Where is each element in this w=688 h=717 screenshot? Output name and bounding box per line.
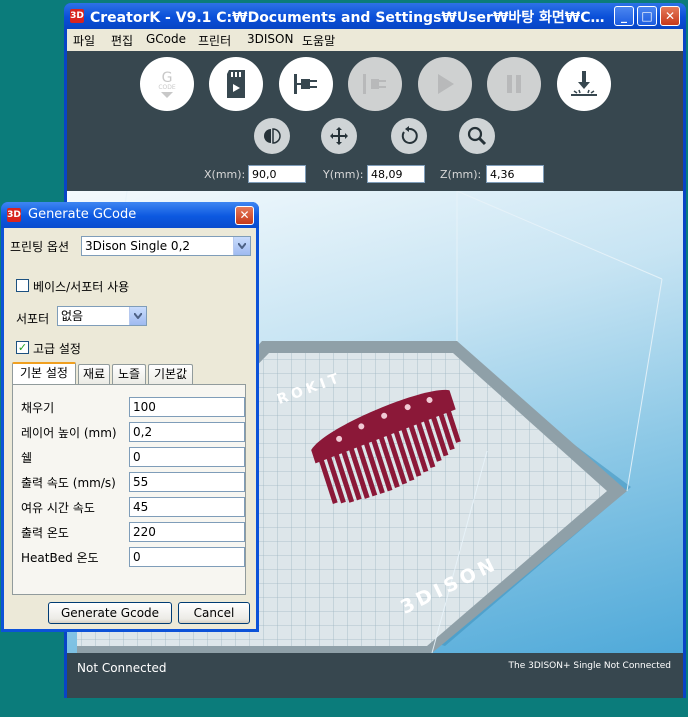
menu-printer[interactable]: 프린터 <box>198 32 231 49</box>
sd-card-icon <box>227 70 245 98</box>
disconnect-button[interactable] <box>348 57 402 111</box>
field-label: 출력 온도 <box>21 526 69 540</box>
field-label: 출력 속도 (mm/s) <box>21 476 116 490</box>
menu-edit[interactable]: 편집 <box>111 32 133 49</box>
move-button[interactable] <box>321 118 357 154</box>
mirror-button[interactable] <box>254 118 290 154</box>
print-speed-input[interactable]: 55 <box>129 472 245 492</box>
generate-gcode-button[interactable]: Generate Gcode <box>48 602 172 624</box>
tab-defaults[interactable]: 기본값 <box>148 364 193 384</box>
play-button[interactable] <box>418 57 472 111</box>
tab-material[interactable]: 재료 <box>78 364 110 384</box>
status-connection: Not Connected <box>77 661 167 675</box>
dialog-app-icon: 3D <box>7 208 21 222</box>
print-option-label: 프린팅 옵션 <box>10 240 70 254</box>
menu-gcode[interactable]: GCode <box>146 32 186 46</box>
advanced-settings-checkbox[interactable]: ✓ <box>16 341 29 354</box>
main-window-title: CreatorK - V9.1 C:₩Documents and Setting… <box>90 10 610 26</box>
travel-speed-input[interactable]: 45 <box>129 497 245 517</box>
nozzle-heat-button[interactable] <box>557 57 611 111</box>
y-coord-field[interactable]: 48,09 <box>367 165 425 183</box>
dialog-close-button[interactable]: ✕ <box>235 206 254 225</box>
minimize-button[interactable]: _ <box>614 6 634 26</box>
play-icon <box>438 74 454 94</box>
field-label: 채우기 <box>21 401 55 415</box>
toolbar: G CODE X(mm): 90,0 Y(mm): 48,09 Z(mm): 4… <box>67 51 683 191</box>
magnifier-icon <box>467 126 487 146</box>
z-coord-field[interactable]: 4,36 <box>486 165 544 183</box>
connect-button[interactable] <box>279 57 333 111</box>
shell-input[interactable]: 0 <box>129 447 245 467</box>
tab-nozzle[interactable]: 노즐 <box>112 364 146 384</box>
rotate-button[interactable] <box>391 118 427 154</box>
settings-tabs: 기본 설정 재료 노즐 기본값 <box>12 362 246 386</box>
support-value: 없음 <box>61 309 84 323</box>
dialog-body: 프린팅 옵션 3Dison Single 0,2 베이스/서포터 사용 서포터 … <box>4 228 256 629</box>
field-label: 레이어 높이 (mm) <box>21 426 117 440</box>
base-support-checkbox[interactable] <box>16 279 29 292</box>
status-printer: The 3DISON+ Single Not Connected <box>508 661 671 671</box>
chevron-down-icon <box>233 237 250 255</box>
infill-input[interactable]: 100 <box>129 397 245 417</box>
unplug-icon <box>363 74 386 94</box>
layer-height-input[interactable]: 0,2 <box>129 422 245 442</box>
gcode-icon: G CODE <box>158 71 176 98</box>
generate-gcode-dialog: 3D Generate GCode ✕ 프린팅 옵션 3Dison Single… <box>1 202 259 632</box>
move-icon <box>330 127 348 145</box>
plug-icon <box>294 74 317 94</box>
advanced-settings-label: 고급 설정 <box>33 342 81 356</box>
print-option-select[interactable]: 3Dison Single 0,2 <box>81 236 251 256</box>
dialog-title: Generate GCode <box>28 207 137 222</box>
close-button[interactable]: ✕ <box>660 6 680 26</box>
menu-3dison[interactable]: 3DISON <box>247 32 293 46</box>
heatbed-temp-input[interactable]: 0 <box>129 547 245 567</box>
status-bar: Not Connected The 3DISON+ Single Not Con… <box>67 653 683 698</box>
nozzle-icon <box>571 71 597 96</box>
base-support-label: 베이스/서포터 사용 <box>33 280 130 294</box>
gcode-button[interactable]: G CODE <box>140 57 194 111</box>
cancel-button[interactable]: Cancel <box>178 602 250 624</box>
sd-card-button[interactable] <box>209 57 263 111</box>
chevron-down-icon <box>129 307 146 325</box>
main-title-bar[interactable]: 3D CreatorK - V9.1 C:₩Documents and Sett… <box>64 3 686 29</box>
x-coord-label: X(mm): <box>204 168 246 181</box>
support-label: 서포터 <box>16 312 50 326</box>
tab-basic[interactable]: 기본 설정 <box>12 362 76 384</box>
menu-help[interactable]: 도움말 <box>302 32 335 49</box>
field-label: 여유 시간 속도 <box>21 501 95 515</box>
z-coord-label: Z(mm): <box>440 168 482 181</box>
pause-icon <box>507 75 521 93</box>
field-label: HeatBed 온도 <box>21 551 99 565</box>
y-coord-label: Y(mm): <box>323 168 364 181</box>
pause-button[interactable] <box>487 57 541 111</box>
support-select[interactable]: 없음 <box>57 306 147 326</box>
rotate-icon <box>401 126 418 144</box>
zoom-button[interactable] <box>459 118 495 154</box>
print-temp-input[interactable]: 220 <box>129 522 245 542</box>
app-icon: 3D <box>70 9 84 23</box>
dialog-title-bar[interactable]: 3D Generate GCode ✕ <box>1 202 259 228</box>
menu-file[interactable]: 파일 <box>73 32 95 49</box>
menu-bar: 파일 편집 GCode 프린터 3DISON 도움말 <box>67 29 683 51</box>
x-coord-field[interactable]: 90,0 <box>248 165 306 183</box>
field-label: 쉘 <box>21 451 33 465</box>
settings-panel: 채우기 100 레이어 높이 (mm) 0,2 쉘 0 출력 속도 (mm/s)… <box>12 384 246 595</box>
print-option-value: 3Dison Single 0,2 <box>85 239 191 253</box>
maximize-button[interactable]: □ <box>637 6 657 26</box>
mirror-icon <box>264 128 281 144</box>
